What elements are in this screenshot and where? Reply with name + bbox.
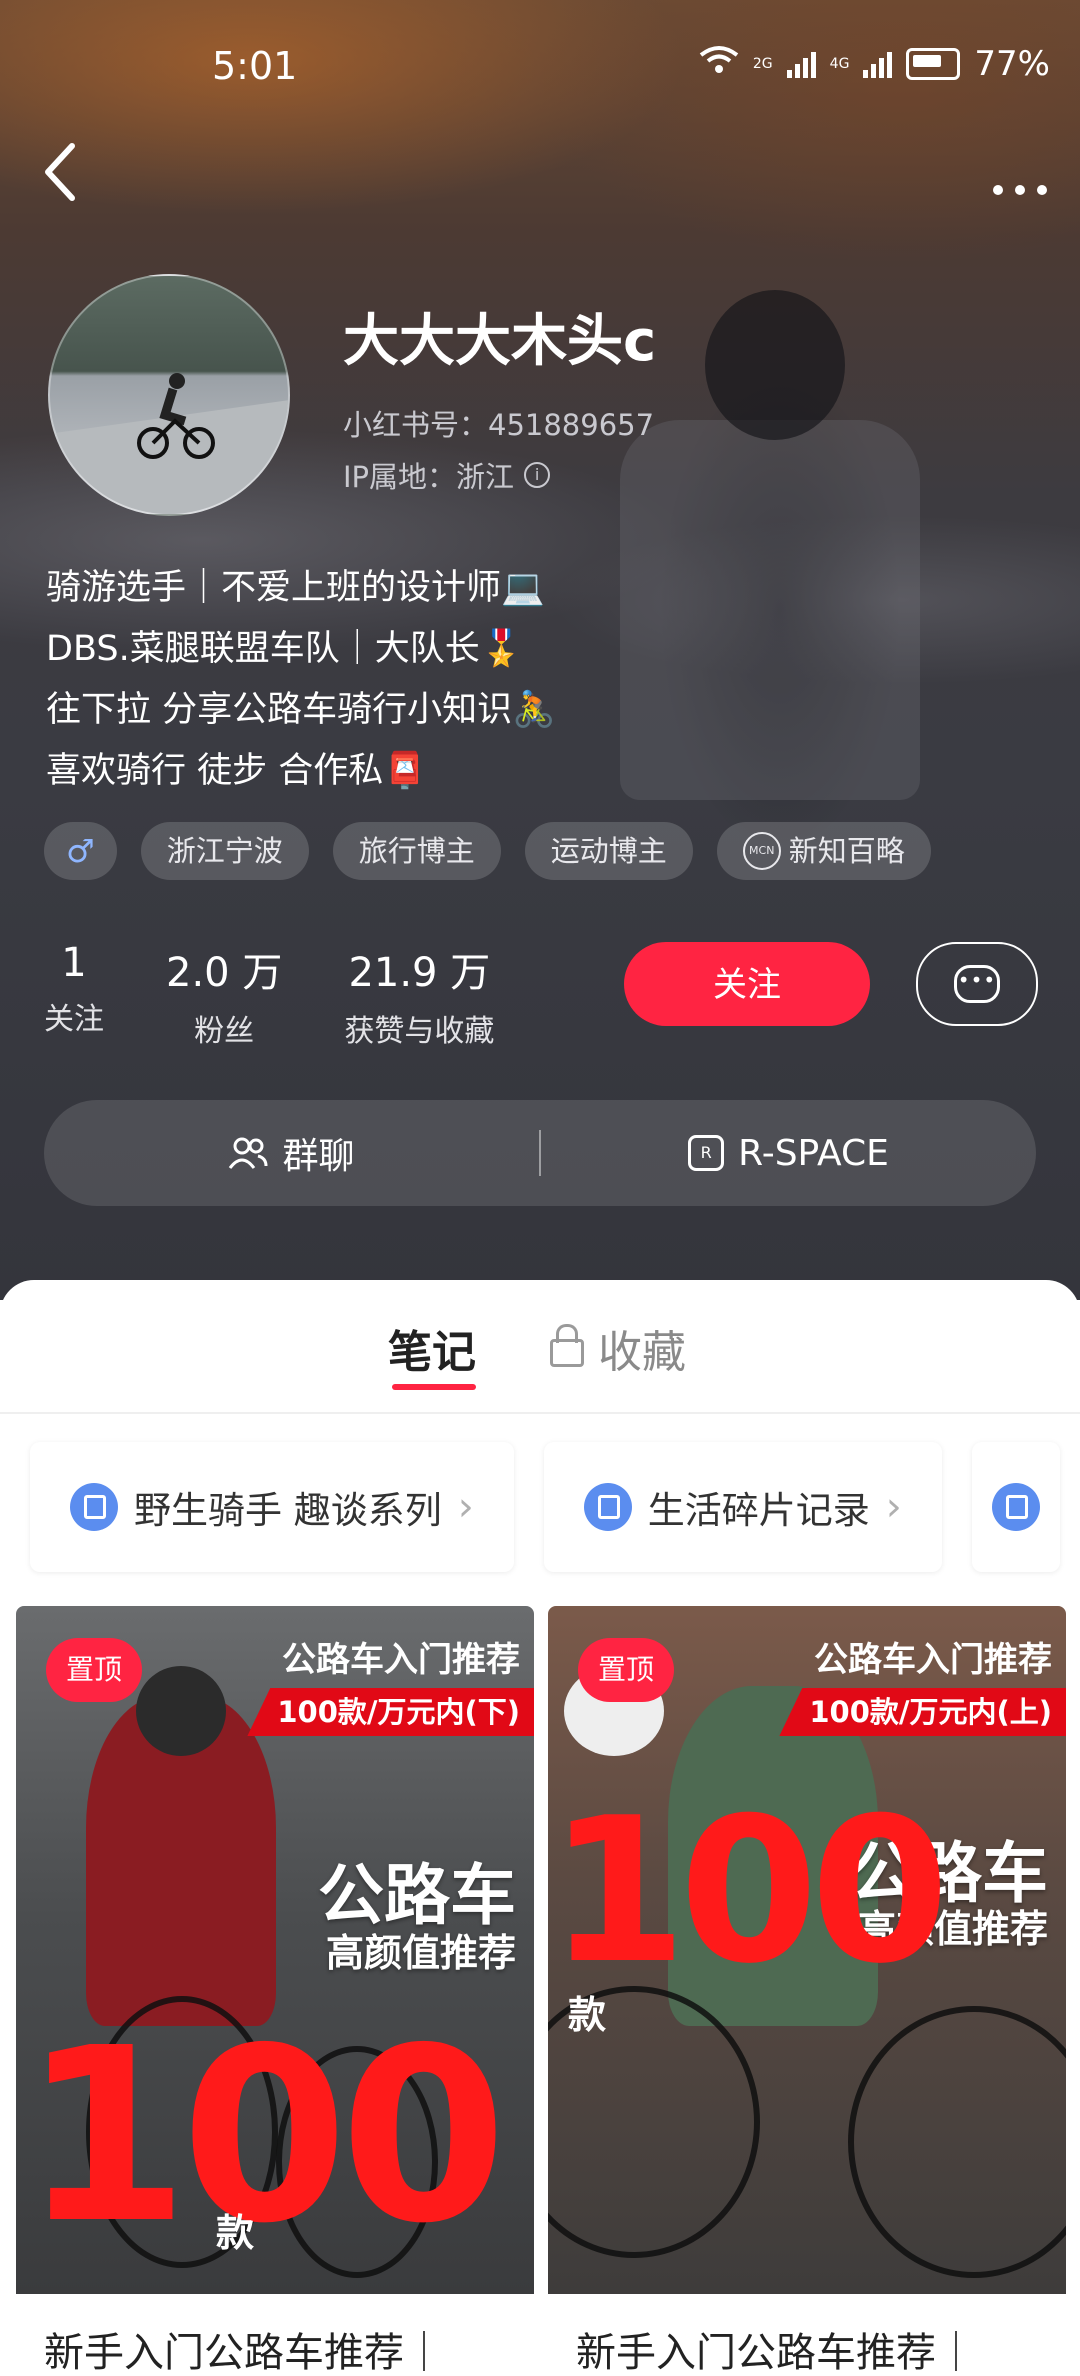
background-figure-head — [705, 290, 845, 440]
pinned-badge: 置顶 — [46, 1638, 142, 1702]
content-panel: 笔记 收藏 野生骑手 趣谈系列 › 生活碎片记录 › 置顶 公路车入门推荐 10… — [0, 1280, 1080, 2376]
collection-item-partial[interactable] — [971, 1442, 1060, 1572]
ip-text: IP属地：浙江 — [343, 460, 515, 494]
battery-percent: 77% — [974, 44, 1050, 84]
more-dots-icon — [993, 185, 1047, 195]
tag-location[interactable]: 浙江宁波 — [140, 822, 309, 880]
tag-mcn-label: 新知百略 — [788, 834, 905, 868]
cover-title: 公路车入门推荐 — [814, 1640, 1052, 1680]
stat-followers-label: 粉丝 — [194, 1014, 255, 1049]
rspace-button[interactable]: R R-SPACE — [541, 1133, 1036, 1174]
bio-line: 喜欢骑行 徒步 合作私📮 — [46, 751, 427, 791]
male-icon: ♂ — [66, 832, 95, 870]
chevron-right-icon: › — [885, 1484, 902, 1530]
group-chat-label: 群聊 — [282, 1136, 355, 1177]
collection-label: 生活碎片记录 — [647, 1489, 870, 1532]
note-caption: 新手入门公路车推荐｜ — [44, 2330, 444, 2376]
pinned-badge: 置顶 — [578, 1638, 674, 1702]
collection-icon — [991, 1483, 1040, 1531]
group-bar: 群聊 R R-SPACE — [44, 1100, 1036, 1206]
collection-icon — [583, 1483, 632, 1531]
stat-following-label: 关注 — [44, 1002, 104, 1037]
profile-name: 大大大木头c — [343, 309, 657, 374]
rspace-icon: R — [688, 1135, 725, 1171]
stat-likes[interactable]: 21.9 万 获赞与收藏 — [344, 940, 494, 1050]
note-caption: 新手入门公路车推荐｜ — [576, 2330, 976, 2376]
tab-notes[interactable]: 笔记 — [388, 1316, 476, 1380]
chevron-left-icon — [45, 143, 75, 201]
stat-followers[interactable]: 2.0 万 粉丝 — [166, 940, 282, 1050]
back-button[interactable] — [40, 140, 100, 220]
group-users-icon — [229, 1137, 268, 1169]
notes-grid: 置顶 公路车入门推荐 100款/万元内(下) 公路车 高颜值推荐 100 款 新… — [16, 1606, 1066, 2376]
bio-line: DBS.菜腿联盟车队｜大队长🎖️ — [46, 629, 524, 669]
cover-big-subtext: 高颜值推荐 — [325, 1931, 516, 1975]
bio-line: 骑游选手｜不爱上班的设计师💻 — [46, 568, 545, 608]
note-card[interactable]: 置顶 公路车入门推荐 100款/万元内(下) 公路车 高颜值推荐 100 款 新… — [16, 1606, 534, 2376]
tag-mcn[interactable]: MCN 新知百略 — [716, 822, 931, 880]
tab-active-indicator — [392, 1384, 476, 1390]
group-chat-button[interactable]: 群聊 — [44, 1127, 539, 1179]
mcn-icon: MCN — [742, 832, 781, 870]
collection-item[interactable]: 野生骑手 趣谈系列 › — [30, 1442, 514, 1572]
note-card[interactable]: 置顶 公路车入门推荐 100款/万元内(上) 公路车 高颜值推荐 100 款 新… — [548, 1606, 1066, 2376]
stat-following[interactable]: 1 关注 — [44, 940, 104, 1050]
follow-button[interactable]: 关注 — [624, 942, 870, 1026]
status-time: 5:01 — [212, 44, 298, 88]
profile-bio: 骑游选手｜不爱上班的设计师💻 DBS.菜腿联盟车队｜大队长🎖️ 往下拉 分享公路… — [46, 558, 556, 802]
collection-label: 野生骑手 趣谈系列 — [134, 1489, 442, 1532]
cyclist-icon — [137, 373, 215, 459]
cover-title: 公路车入门推荐 — [282, 1640, 520, 1680]
bio-line: 往下拉 分享公路车骑行小知识🚴 — [46, 690, 556, 730]
tab-favorites[interactable]: 收藏 — [550, 1316, 686, 1380]
cover-unit: 款 — [216, 2211, 255, 2255]
network-label-1: 2G — [752, 56, 773, 72]
profile-stats: 1 关注 2.0 万 粉丝 21.9 万 获赞与收藏 — [44, 940, 494, 1050]
battery-icon — [906, 48, 961, 80]
cover-rider-helmet — [136, 1666, 226, 1756]
more-button[interactable] — [990, 150, 1050, 213]
cover-subtitle: 100款/万元内(上) — [779, 1688, 1066, 1736]
lock-icon — [550, 1324, 584, 1367]
signal-icon-2 — [863, 50, 893, 78]
status-icons: 2G 4G 77% — [699, 44, 1050, 84]
profile-ip-location: IP属地：浙江 i — [343, 454, 551, 496]
stat-followers-count: 2.0 万 — [166, 950, 283, 996]
cover-number: 100 — [22, 1996, 507, 2276]
cover-unit: 款 — [568, 1993, 607, 2037]
tag-sports[interactable]: 运动博主 — [524, 822, 693, 880]
tab-favorites-label: 收藏 — [598, 1327, 686, 1378]
tag-travel[interactable]: 旅行博主 — [332, 822, 501, 880]
avatar[interactable] — [48, 274, 290, 516]
chevron-right-icon: › — [457, 1484, 474, 1530]
collections-row: 野生骑手 趣谈系列 › 生活碎片记录 › — [30, 1442, 1060, 1572]
profile-tags: ♂ 浙江宁波 旅行博主 运动博主 MCN 新知百略 — [44, 822, 931, 880]
rspace-label: R-SPACE — [738, 1132, 889, 1174]
signal-icon-1 — [786, 50, 816, 78]
cover-number: 100 — [548, 1775, 949, 2008]
info-icon[interactable]: i — [524, 462, 551, 488]
wifi-icon — [699, 44, 739, 84]
collection-item[interactable]: 生活碎片记录 › — [543, 1442, 942, 1572]
cover-subtitle: 100款/万元内(下) — [247, 1688, 534, 1736]
background-figure-body — [620, 420, 920, 800]
stat-likes-label: 获赞与收藏 — [344, 1014, 495, 1049]
profile-id[interactable]: 小红书号：451889657 — [343, 402, 654, 444]
stat-likes-count: 21.9 万 — [348, 950, 491, 996]
message-button[interactable]: ••• — [916, 942, 1038, 1026]
content-tabs: 笔记 收藏 — [0, 1280, 1080, 1414]
gender-tag: ♂ — [44, 822, 117, 880]
network-label-2: 4G — [829, 56, 850, 72]
stat-following-count: 1 — [61, 940, 87, 986]
cover-wheel — [848, 2006, 1066, 2278]
collection-icon — [70, 1483, 118, 1531]
chat-bubble-icon: ••• — [954, 965, 1000, 1003]
